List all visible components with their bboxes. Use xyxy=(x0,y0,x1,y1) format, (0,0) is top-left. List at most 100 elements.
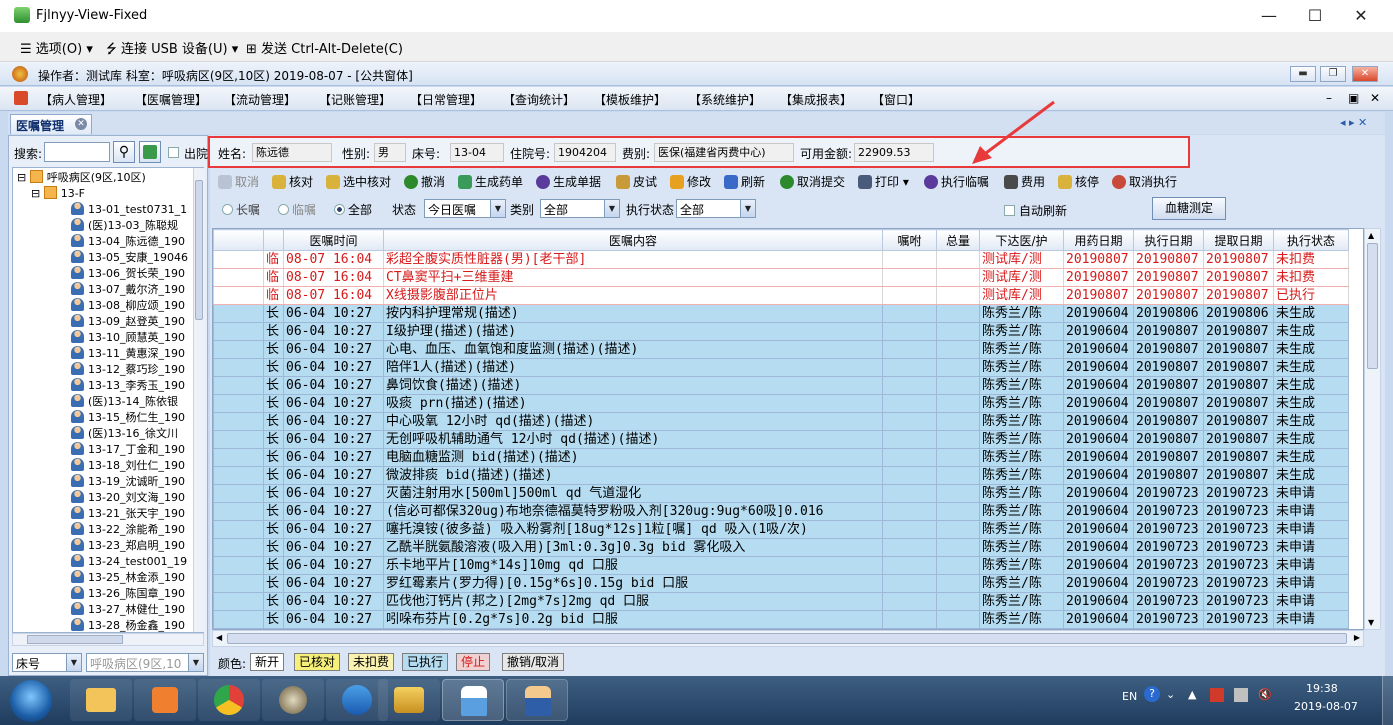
order-row[interactable]: 长 06-04 10:27 噻托溴铵(彼多益) 吸入粉雾剂[18ug*12s]1粒[… xyxy=(213,520,1349,539)
menu-daily[interactable]: 【日常管理】 xyxy=(410,91,482,108)
search-button[interactable]: ⚲ xyxy=(113,141,135,163)
tree-patient-item[interactable]: 13-08_柳应颂_190 xyxy=(71,298,185,314)
tree-patient-item[interactable]: 13-23_郑启明_190 xyxy=(71,538,185,554)
taskbar-chrome[interactable] xyxy=(198,679,260,721)
tree-patient-item[interactable]: 13-01_test0731_1 xyxy=(71,202,187,218)
column-header[interactable] xyxy=(263,229,284,251)
maximize-button[interactable]: ☐ xyxy=(1305,6,1325,25)
tree-patient-item[interactable]: 13-06_贺长荣_190 xyxy=(71,266,185,282)
menu-close-icon[interactable]: ✕ xyxy=(1370,91,1380,105)
order-row[interactable]: 长 06-04 10:27 罗红霉素片(罗力得)[0.15g*6s]0.15g bi… xyxy=(213,574,1349,593)
flag-icon[interactable] xyxy=(1210,688,1224,702)
column-header[interactable]: 嘱咐 xyxy=(882,229,937,251)
grid-hscroll[interactable]: ◀ ▶ xyxy=(212,630,1364,647)
taskbar-media[interactable] xyxy=(134,679,196,721)
grid-vscroll[interactable]: ▲ ▼ xyxy=(1364,228,1381,630)
skin-test-button[interactable]: 皮试 xyxy=(616,173,657,190)
tree-patient-item[interactable]: 13-22_涂能希_190 xyxy=(71,522,185,538)
menu-system[interactable]: 【系统维护】 xyxy=(689,91,761,108)
menu-query[interactable]: 【查询统计】 xyxy=(503,91,575,108)
tree-ward[interactable]: ⊟ 13-F xyxy=(31,186,85,202)
scroll-right-icon[interactable]: ▶ xyxy=(1354,633,1360,642)
order-row[interactable]: 临 08-07 16:04 彩超全腹实质性脏器(男)[老干部] 测试库/测 201908… xyxy=(213,250,1349,269)
order-row[interactable]: 长 06-04 10:27 乐卡地平片[10mg*14s]10mg qd 口服 陈秀兰… xyxy=(213,556,1349,575)
order-row[interactable]: 长 06-04 10:27 中心吸氧 12小时 qd(描述)(描述) 陈秀兰/陈 201… xyxy=(213,412,1349,431)
cancel-execution-button[interactable]: 取消执行 xyxy=(1112,173,1177,190)
taskbar-compass[interactable] xyxy=(262,679,324,721)
tree-patient-item[interactable]: 13-17_丁金和_190 xyxy=(71,442,185,458)
tree-patient-item[interactable]: 13-10_顾慧英_190 xyxy=(71,330,185,346)
tree-patient-item[interactable]: 13-28_杨金鑫_190 xyxy=(71,618,185,632)
order-row[interactable]: 临 08-07 16:04 CT鼻窦平扫+三维重建 测试库/测 20190807 2019… xyxy=(213,268,1349,287)
order-row[interactable]: 长 06-04 10:27 无创呼吸机辅助通气 12小时 qd(描述)(描述) 陈秀兰… xyxy=(213,430,1349,449)
radio-long-order[interactable]: 长嘱 xyxy=(222,201,260,218)
tree-patient-item[interactable]: 13-04_陈远德_190 xyxy=(71,234,185,250)
ward-combo[interactable]: 呼吸病区(9区,10 ▼ xyxy=(86,653,204,672)
tree-patient-item[interactable]: 13-18_刘仕仁_190 xyxy=(71,458,185,474)
volume-muted-icon[interactable]: 🔇 xyxy=(1258,688,1272,701)
sort-combo[interactable]: 床号 ▼ xyxy=(12,653,82,672)
order-row[interactable]: 长 06-04 10:27 按内科护理常规(描述) 陈秀兰/陈 20190604 2019… xyxy=(213,304,1349,323)
tree-patient-item[interactable]: 13-21_张天宇_190 xyxy=(71,506,185,522)
generate-drug-list-button[interactable]: 生成药单 xyxy=(458,173,523,190)
options-menu[interactable]: ☰ 选项(O) ▾ xyxy=(20,38,93,57)
clock-date[interactable]: 2019-08-07 xyxy=(1294,700,1358,713)
tree-patient-item[interactable]: 13-15_杨仁生_190 xyxy=(71,410,185,426)
order-row[interactable]: 长 06-04 10:27 (信必可都保320ug)布地奈德福莫特罗粉吸入剂[320… xyxy=(213,502,1349,521)
ctrl-alt-del-menu[interactable]: ⊞ 发送 Ctrl-Alt-Delete(C) xyxy=(246,38,403,57)
radio-temp-order[interactable]: 临嘱 xyxy=(278,201,316,218)
tree-patient-item[interactable]: 13-25_林金添_190 xyxy=(71,570,185,586)
app-restore-button[interactable]: ❐ xyxy=(1320,66,1346,82)
tab-order-management[interactable]: 医嘱管理 ✕ xyxy=(10,114,92,134)
tree-patient-item[interactable]: 13-05_安康_19046 xyxy=(71,250,188,266)
menu-patient[interactable]: 【病人管理】 xyxy=(40,91,112,108)
menu-template[interactable]: 【模板维护】 xyxy=(594,91,666,108)
radio-all[interactable]: 全部 xyxy=(334,201,372,218)
tree-patient-item[interactable]: 13-07_戴尔济_190 xyxy=(71,282,185,298)
order-row[interactable]: 长 06-04 10:27 灭菌注射用水[500ml]500ml qd 气道湿化 陈秀… xyxy=(213,484,1349,503)
menu-max-icon[interactable]: ▣ xyxy=(1348,91,1359,105)
order-row[interactable]: 临 08-07 16:04 X线摄影腹部正位片 测试库/测 20190807 201908… xyxy=(213,286,1349,305)
order-row[interactable]: 长 06-04 10:27 乙酰半胱氨酸溶液(吸入用)[3ml:0.3g]0.3g … xyxy=(213,538,1349,557)
tree-patient-item[interactable]: 13-27_林健仕_190 xyxy=(71,602,185,618)
modify-button[interactable]: 修改 xyxy=(670,173,711,190)
tree-patient-item[interactable]: (医)13-14_陈依银 xyxy=(71,394,178,410)
order-row[interactable]: 长 06-04 10:27 陪伴1人(描述)(描述) 陈秀兰/陈 20190604 201… xyxy=(213,358,1349,377)
auto-refresh-checkbox[interactable]: 自动刷新 xyxy=(1004,202,1067,219)
tree-patient-item[interactable]: (医)13-03_陈聪规 xyxy=(71,218,178,234)
clock-time[interactable]: 19:38 xyxy=(1306,682,1338,695)
tree-vscroll[interactable] xyxy=(193,168,204,632)
order-row[interactable]: 长 06-04 10:27 吲哚布芬片[0.2g*7s]0.2g bid 口服 陈秀兰… xyxy=(213,610,1349,629)
column-header[interactable]: 提取日期 xyxy=(1203,229,1274,251)
column-header[interactable]: 执行状态 xyxy=(1273,229,1349,251)
taskbar-sql[interactable] xyxy=(378,679,440,721)
tree-patient-item[interactable]: 13-09_赵登英_190 xyxy=(71,314,185,330)
column-header[interactable] xyxy=(213,229,264,251)
refresh-tree-button[interactable] xyxy=(139,141,161,163)
network-icon[interactable] xyxy=(1234,688,1248,702)
menu-window[interactable]: 【窗口】 xyxy=(872,91,920,108)
column-header[interactable]: 执行日期 xyxy=(1133,229,1204,251)
ime-indicator[interactable]: EN xyxy=(1122,690,1137,703)
search-input[interactable] xyxy=(44,142,110,162)
discharged-checkbox[interactable] xyxy=(168,147,179,158)
execute-temp-order-button[interactable]: 执行临嘱 xyxy=(924,173,989,190)
tree-patient-item[interactable]: 13-11_黄惠深_190 xyxy=(71,346,185,362)
app-minimize-button[interactable]: ▬ xyxy=(1290,66,1316,82)
tree-vscroll-thumb[interactable] xyxy=(195,180,203,320)
tree-patient-item[interactable]: 13-24_test001_19 xyxy=(71,554,187,570)
taskbar-nurse-app[interactable] xyxy=(442,679,504,721)
order-row[interactable]: 长 06-04 10:27 电脑血糖监测 bid(描述)(描述) 陈秀兰/陈 20190… xyxy=(213,448,1349,467)
scroll-down-icon[interactable]: ▼ xyxy=(1368,618,1374,627)
generate-document-button[interactable]: 生成单据 xyxy=(536,173,601,190)
tab-scroll-arrows[interactable]: ◂ ▸ ✕ xyxy=(1340,116,1367,129)
order-row[interactable]: 长 06-04 10:27 I级护理(描述)(描述) 陈秀兰/陈 20190604 201… xyxy=(213,322,1349,341)
tree-patient-item[interactable]: 13-26_陈国章_190 xyxy=(71,586,185,602)
column-header[interactable]: 下达医/护 xyxy=(979,229,1064,251)
help-icon[interactable]: ? xyxy=(1144,686,1160,702)
order-row[interactable]: 长 06-04 10:27 微波排痰 bid(描述)(描述) 陈秀兰/陈 2019060… xyxy=(213,466,1349,485)
taskbar-explorer[interactable] xyxy=(70,679,132,721)
close-button[interactable]: ✕ xyxy=(1351,6,1371,25)
tree-hscroll[interactable] xyxy=(12,633,204,646)
revoke-button[interactable]: 撤消 xyxy=(404,173,445,190)
